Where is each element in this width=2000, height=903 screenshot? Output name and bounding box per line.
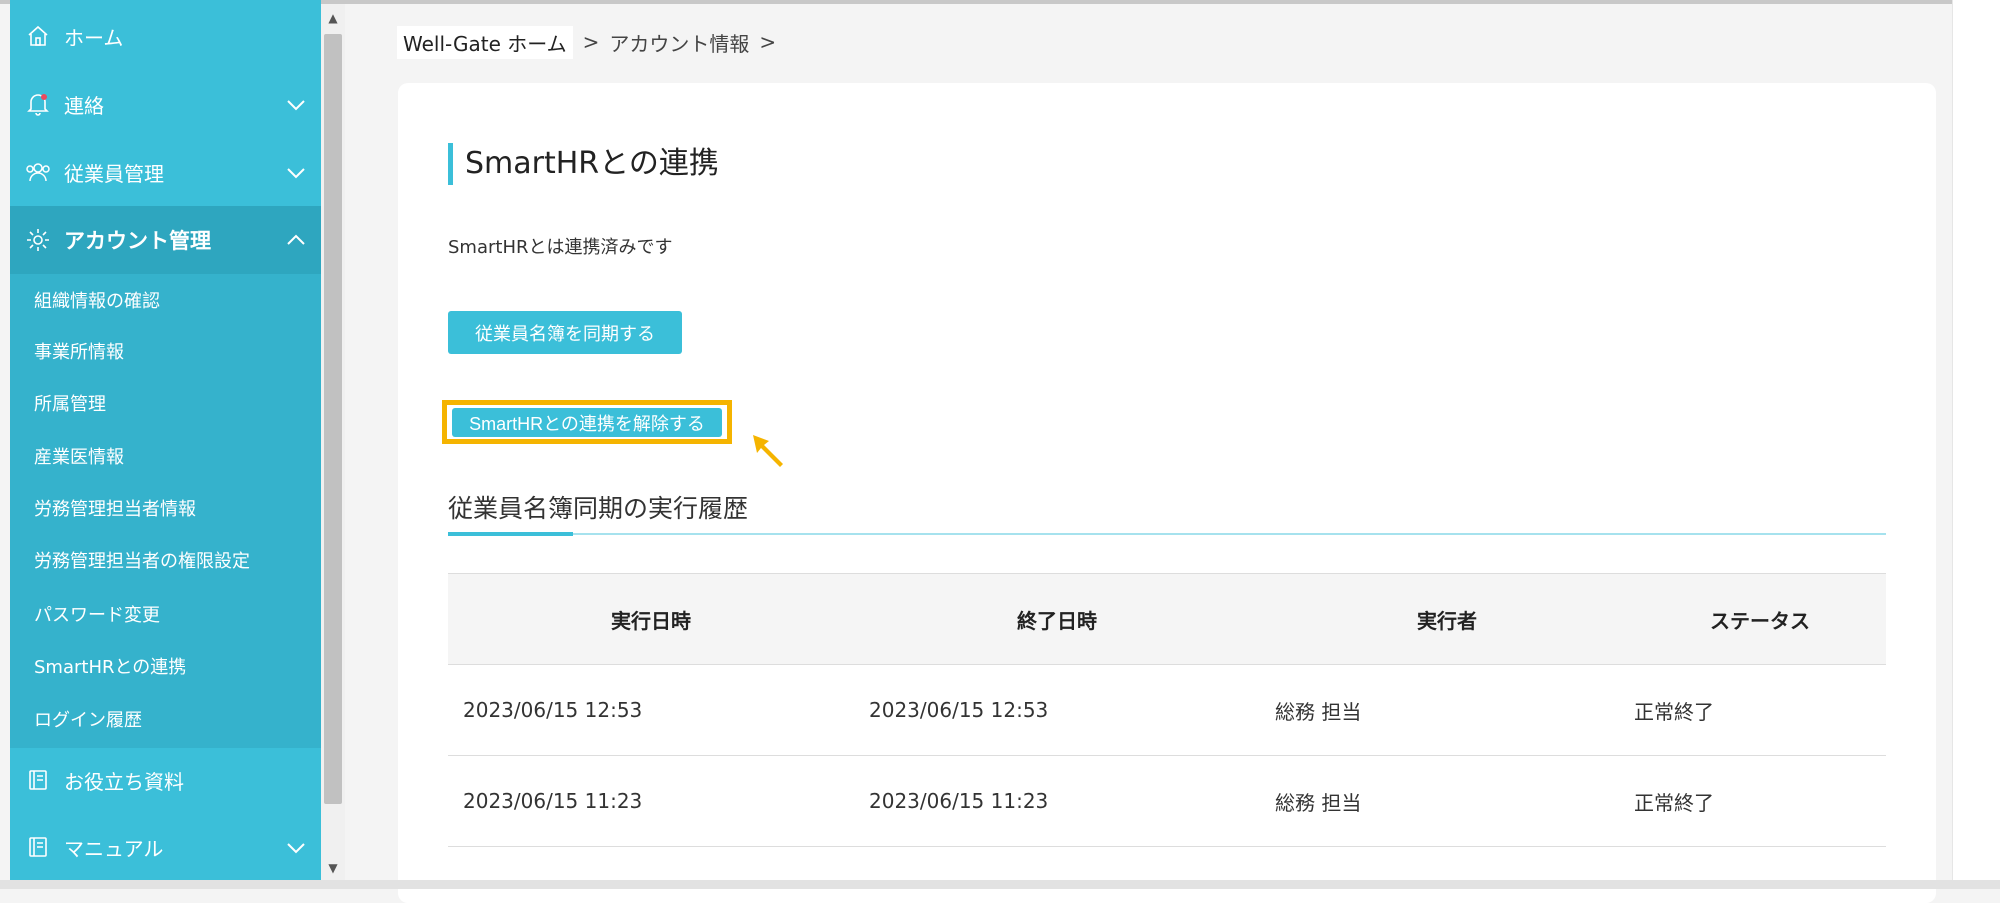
sidebar-item-label: アカウント管理 — [64, 229, 211, 253]
users-icon — [24, 158, 52, 186]
book-icon — [24, 833, 52, 861]
sidebar-item-label: マニュアル — [64, 836, 164, 861]
pointer-arrow-icon — [753, 435, 783, 467]
breadcrumb: Well-Gate ホーム > アカウント情報 > — [397, 25, 786, 59]
scroll-up-arrow-icon[interactable]: ▲ — [321, 6, 345, 30]
cell-executor: 総務 担当 — [1275, 790, 1362, 815]
history-table: 実行日時 終了日時 実行者 ステータス 2023/06/15 12:53 202… — [448, 573, 1886, 847]
chevron-down-icon — [287, 843, 305, 854]
submenu-item-login-history[interactable]: ログイン履歴 — [34, 699, 142, 739]
account-submenu: 組織情報の確認 事業所情報 所属管理 産業医情報 労務管理担当者情報 労務管理担… — [10, 274, 321, 748]
sidebar: ホーム 連絡 従業員管理 アカウント管理 組織情報の確認 事業所情報 所属管理 … — [10, 0, 321, 880]
history-section-title: 従業員名簿同期の実行履歴 — [448, 494, 749, 523]
scroll-down-arrow-icon[interactable]: ▼ — [321, 856, 345, 880]
cell-start-time: 2023/06/15 12:53 — [463, 698, 643, 722]
submenu-item-doctor-info[interactable]: 産業医情報 — [34, 436, 124, 476]
table-header-row: 実行日時 終了日時 実行者 ステータス — [448, 573, 1886, 665]
right-edge-panel — [1952, 0, 2000, 880]
submenu-item-department[interactable]: 所属管理 — [34, 383, 106, 423]
gear-icon — [24, 226, 52, 254]
breadcrumb-home-link[interactable]: Well-Gate ホーム — [397, 25, 573, 59]
scrollbar-thumb[interactable] — [324, 34, 342, 804]
section-divider-accent — [448, 532, 573, 536]
status-text: SmartHRとは連携済みです — [448, 237, 673, 258]
sidebar-item-label: ホーム — [64, 25, 124, 50]
unlink-smarthr-button[interactable]: SmartHRとの連携を解除する — [452, 408, 722, 437]
column-header-end-time: 終了日時 — [1017, 608, 1097, 633]
sidebar-scrollbar[interactable]: ▲ ▼ — [321, 4, 345, 880]
sidebar-item-resources[interactable]: お役立ち資料 — [10, 748, 321, 812]
book-icon — [24, 766, 52, 794]
sidebar-item-label: 従業員管理 — [64, 161, 164, 186]
sidebar-item-label: 連絡 — [64, 93, 104, 118]
window-bottom-border — [0, 880, 2000, 889]
sidebar-item-manual[interactable]: マニュアル — [10, 815, 321, 879]
main-card: SmartHRとの連携 SmartHRとは連携済みです 従業員名簿を同期する S… — [398, 83, 1936, 903]
table-row: 2023/06/15 11:23 2023/06/15 11:23 総務 担当 … — [448, 756, 1886, 847]
submenu-item-permissions[interactable]: 労務管理担当者の権限設定 — [34, 540, 250, 580]
column-header-status: ステータス — [1710, 608, 1810, 633]
section-divider — [448, 533, 1886, 535]
submenu-item-labor-manager[interactable]: 労務管理担当者情報 — [34, 488, 196, 528]
breadcrumb-account-link[interactable]: アカウント情報 — [609, 28, 749, 57]
sidebar-item-label: お役立ち資料 — [64, 769, 184, 794]
bell-icon — [24, 90, 52, 118]
breadcrumb-separator: > — [759, 30, 777, 54]
sidebar-item-home[interactable]: ホーム — [10, 4, 321, 68]
sidebar-item-employees[interactable]: 従業員管理 — [10, 140, 321, 204]
cell-end-time: 2023/06/15 11:23 — [869, 789, 1049, 813]
sidebar-item-contact[interactable]: 連絡 — [10, 72, 321, 136]
submenu-item-office-info[interactable]: 事業所情報 — [34, 331, 124, 371]
sidebar-item-account[interactable]: アカウント管理 — [10, 206, 321, 274]
cell-executor: 総務 担当 — [1275, 699, 1362, 724]
sync-employees-button[interactable]: 従業員名簿を同期する — [448, 311, 682, 354]
submenu-item-smarthr[interactable]: SmartHRとの連携 — [34, 646, 186, 686]
cell-start-time: 2023/06/15 11:23 — [463, 789, 643, 813]
cell-end-time: 2023/06/15 12:53 — [869, 698, 1049, 722]
breadcrumb-separator: > — [582, 30, 600, 54]
column-header-start-time: 実行日時 — [611, 608, 691, 633]
cell-status: 正常終了 — [1634, 699, 1714, 724]
chevron-up-icon — [287, 234, 305, 245]
page-title: SmartHRとの連携 — [448, 143, 719, 185]
cell-status: 正常終了 — [1634, 790, 1714, 815]
submenu-item-org-info[interactable]: 組織情報の確認 — [34, 280, 160, 320]
table-row: 2023/06/15 12:53 2023/06/15 12:53 総務 担当 … — [448, 665, 1886, 756]
chevron-down-icon — [287, 168, 305, 179]
column-header-executor: 実行者 — [1417, 608, 1477, 633]
home-icon — [24, 22, 52, 50]
submenu-item-password[interactable]: パスワード変更 — [34, 594, 160, 634]
chevron-down-icon — [287, 100, 305, 111]
